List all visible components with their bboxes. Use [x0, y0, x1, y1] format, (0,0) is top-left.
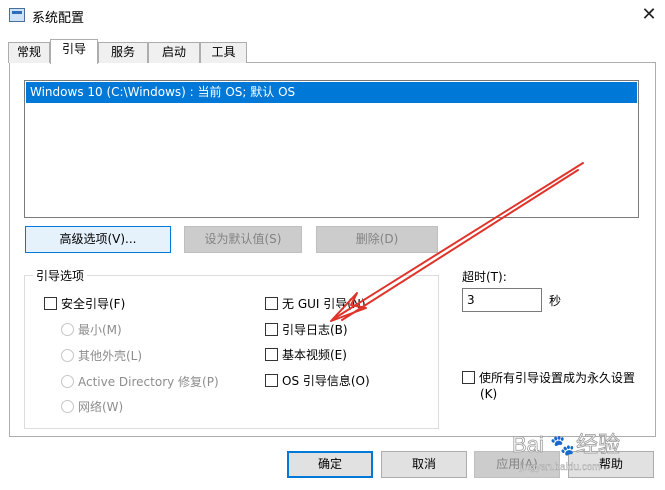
boot-log-checkbox[interactable]: 引导日志(B) [265, 323, 348, 337]
radio-circle[interactable] [61, 375, 74, 388]
delete-button[interactable]: 删除(D) [316, 226, 438, 253]
base-video-label: 基本视频(E) [282, 348, 347, 362]
watermark-site: 经验 [576, 433, 620, 458]
checkbox-box[interactable] [462, 371, 475, 384]
ok-button[interactable]: 确定 [287, 451, 373, 478]
advanced-options-button[interactable]: 高级选项(V)... [25, 226, 171, 253]
radio-circle[interactable] [61, 323, 74, 336]
base-video-checkbox[interactable]: 基本视频(E) [265, 348, 347, 362]
ad-repair-label: Active Directory 修复(P) [78, 375, 219, 389]
checkbox-box[interactable] [44, 297, 57, 310]
tab-general[interactable]: 常规 [8, 42, 50, 63]
watermark-url: jingyan.baidu.com [519, 462, 601, 473]
timeout-input[interactable]: 3 [462, 288, 542, 312]
no-gui-boot-checkbox[interactable]: 无 GUI 引导(N) [265, 297, 366, 311]
checkbox-box[interactable] [265, 297, 278, 310]
boot-entries-list[interactable]: Windows 10 (C:\Windows) : 当前 OS; 默认 OS [24, 80, 639, 218]
watermark-brand: Bai [512, 432, 544, 457]
make-permanent-label: 使所有引导设置成为永久设置 [479, 371, 636, 385]
checkbox-box[interactable] [265, 348, 278, 361]
title-bar: 系统配置 ✕ [0, 0, 665, 32]
boot-entry-row[interactable]: Windows 10 (C:\Windows) : 当前 OS; 默认 OS [26, 82, 637, 103]
tab-boot[interactable]: 引导 [50, 39, 98, 64]
timeout-label: 超时(T): [462, 270, 507, 284]
tab-startup[interactable]: 启动 [148, 42, 200, 63]
system-config-app-icon [9, 8, 25, 22]
minimal-label: 最小(M) [78, 323, 122, 337]
boot-log-label: 引导日志(B) [282, 323, 348, 337]
network-label: 网络(W) [78, 400, 124, 414]
os-boot-info-label: OS 引导信息(O) [282, 374, 370, 388]
cancel-button[interactable]: 取消 [381, 451, 467, 478]
set-default-button[interactable]: 设为默认值(S) [184, 226, 302, 253]
watermark-paw: 🐾 [550, 433, 575, 457]
tab-tools[interactable]: 工具 [200, 42, 247, 63]
network-radio[interactable]: 网络(W) [61, 400, 123, 414]
no-gui-boot-label: 无 GUI 引导(N) [282, 297, 366, 311]
tab-services[interactable]: 服务 [98, 42, 148, 63]
safe-boot-label: 安全引导(F) [61, 297, 126, 311]
window-title: 系统配置 [32, 11, 85, 26]
boot-options-title: 引导选项 [33, 267, 88, 284]
checkbox-box[interactable] [265, 374, 278, 387]
alternate-shell-radio[interactable]: 其他外壳(L) [61, 349, 142, 363]
os-boot-info-checkbox[interactable]: OS 引导信息(O) [265, 374, 370, 388]
radio-circle[interactable] [61, 400, 74, 413]
checkbox-box[interactable] [265, 323, 278, 336]
ad-repair-radio[interactable]: Active Directory 修复(P) [61, 375, 219, 389]
minimal-radio[interactable]: 最小(M) [61, 323, 122, 337]
timeout-unit: 秒 [549, 294, 562, 308]
close-icon[interactable]: ✕ [638, 4, 660, 26]
alternate-shell-label: 其他外壳(L) [78, 349, 143, 363]
safe-boot-checkbox[interactable]: 安全引导(F) [44, 297, 125, 311]
make-permanent-checkbox[interactable]: 使所有引导设置成为永久设置 [462, 371, 635, 385]
baidu-jingyan-watermark: Bai 🐾 经验 jingyan.baidu.com [512, 432, 621, 474]
radio-circle[interactable] [61, 349, 74, 362]
make-permanent-label-line2: (K) [480, 387, 498, 401]
